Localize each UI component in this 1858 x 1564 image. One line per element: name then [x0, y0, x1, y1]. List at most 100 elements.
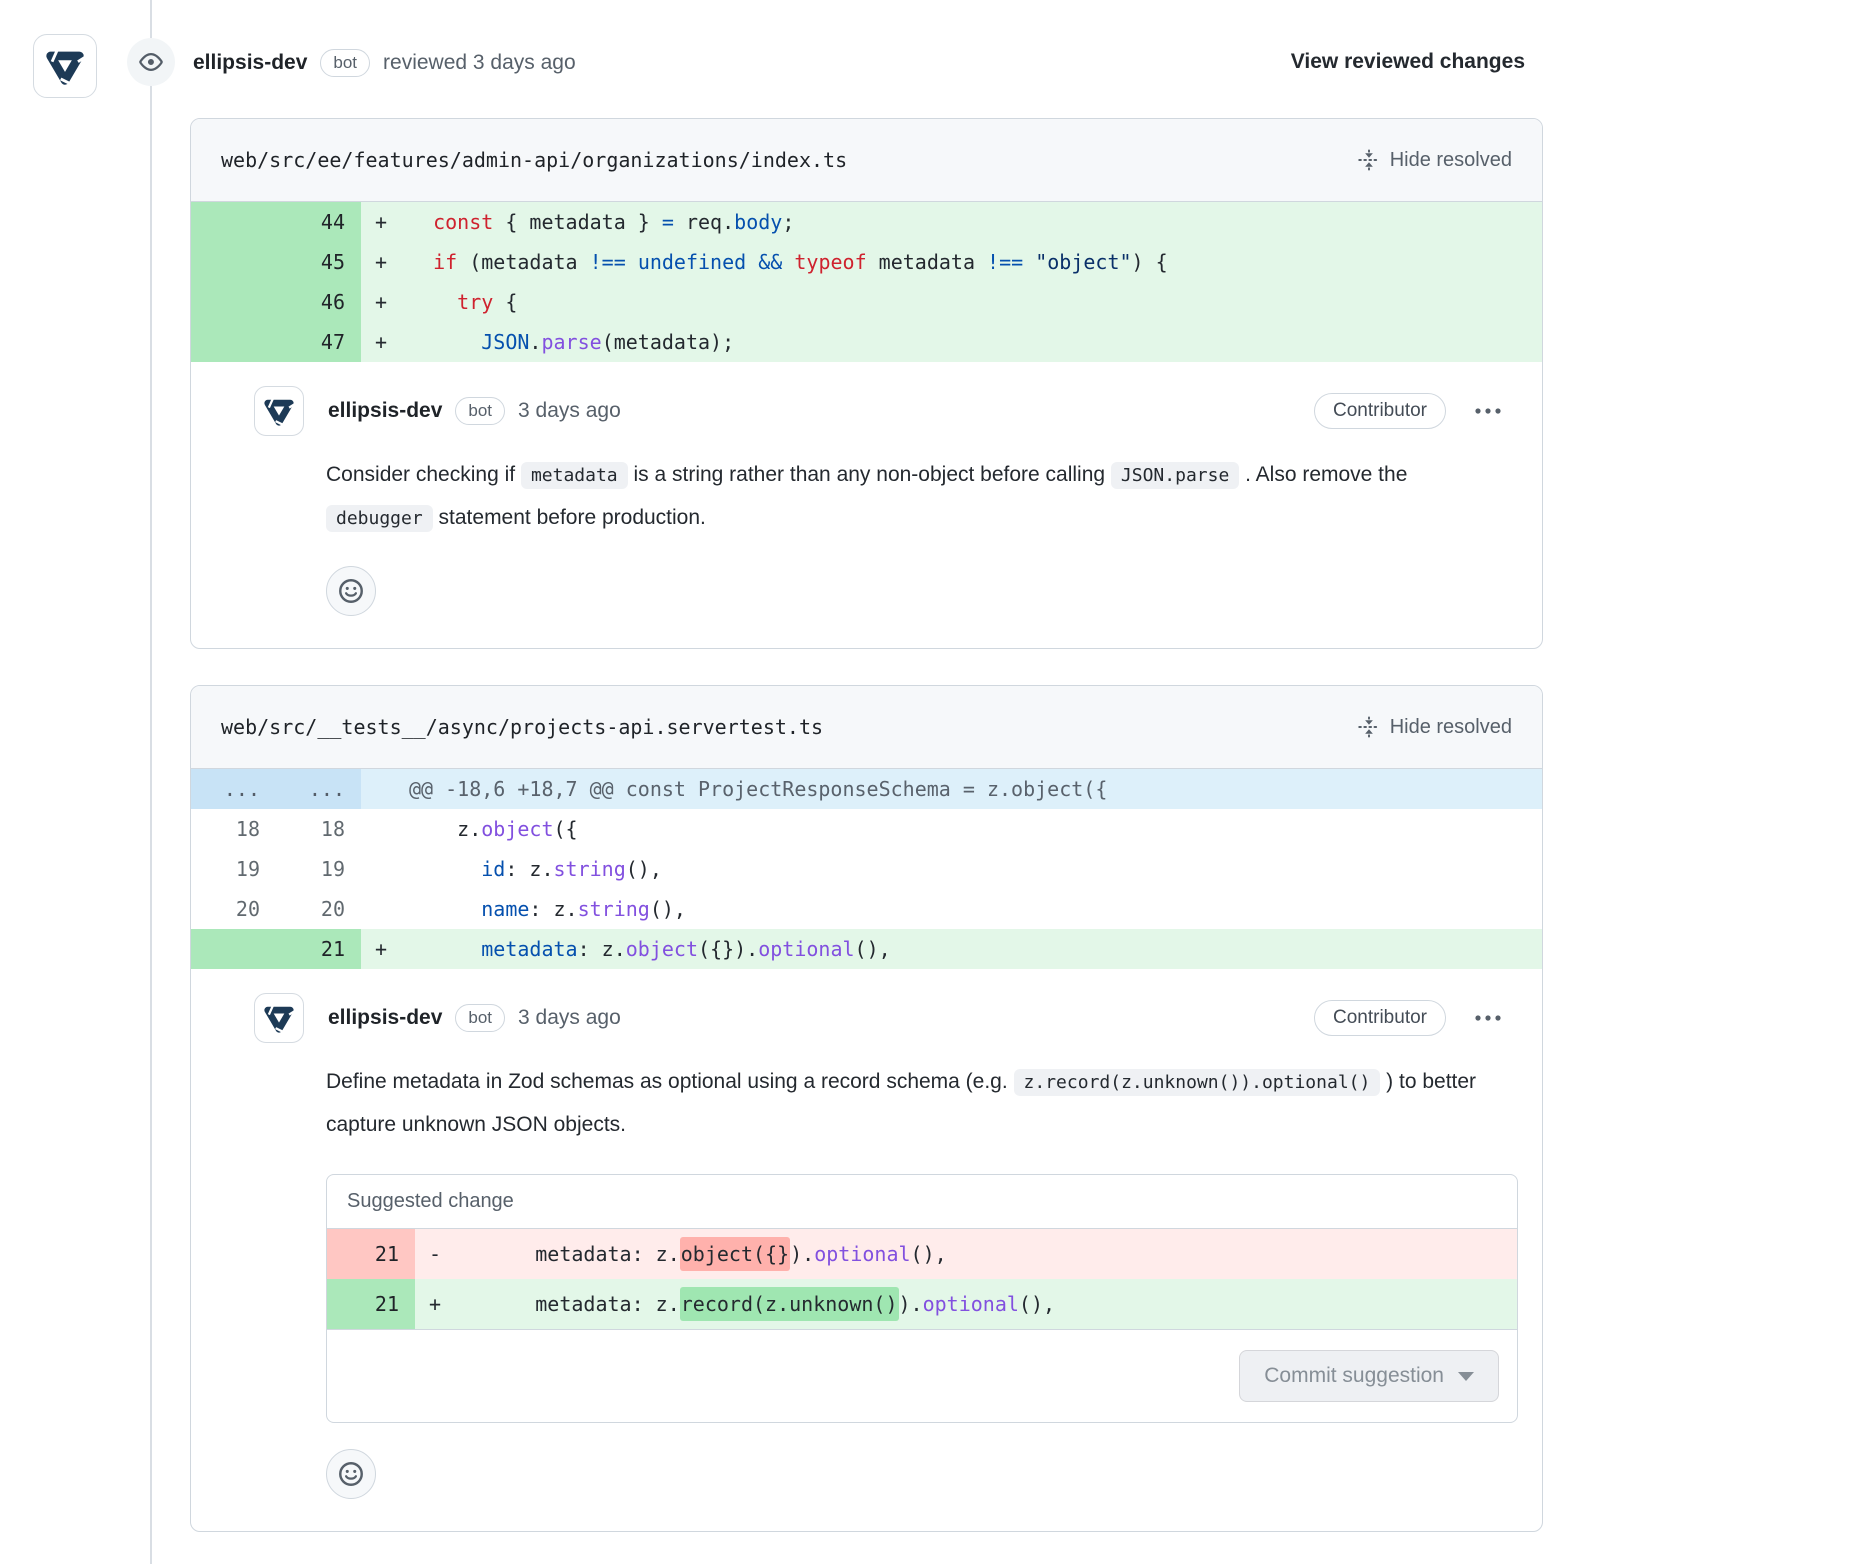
hide-resolved-label: Hide resolved — [1390, 716, 1512, 739]
diff-sign: + — [375, 282, 409, 322]
review-threads: web/src/ee/features/admin-api/organizati… — [190, 118, 1543, 1532]
comment-header: ellipsis-dev bot 3 days ago Contributor — [254, 993, 1506, 1043]
code-token: (), — [650, 897, 686, 921]
code-token: ) { — [1132, 250, 1168, 274]
diff-row: 21+ metadata: z.record(z.unknown()).opti… — [327, 1279, 1517, 1329]
bot-badge: bot — [455, 1004, 505, 1032]
code-token: ({}). — [698, 937, 758, 961]
reviewer-name[interactable]: ellipsis-dev — [193, 51, 307, 75]
comment-author[interactable]: ellipsis-dev — [328, 1006, 442, 1030]
kebab-menu-button[interactable] — [1470, 403, 1506, 419]
diff-row: 1919 id: z.string(), — [191, 849, 1542, 889]
line-number[interactable]: 20 — [276, 889, 361, 929]
line-number[interactable] — [191, 202, 276, 242]
inline-code: debugger — [326, 505, 433, 532]
line-number[interactable]: 21 — [327, 1279, 415, 1329]
code-token: metadata: z. — [463, 1242, 680, 1266]
comment-time[interactable]: 3 days ago — [518, 399, 621, 423]
line-number[interactable]: 19 — [191, 849, 276, 889]
code-token: ). — [790, 1242, 814, 1266]
review-comment-1: ellipsis-dev bot 3 days ago Contributor … — [191, 362, 1542, 648]
kebab-icon — [1474, 1014, 1502, 1022]
diff-row: 2020 name: z.string(), — [191, 889, 1542, 929]
file-path[interactable]: web/src/ee/features/admin-api/organizati… — [221, 148, 847, 172]
code-token: { metadata } — [493, 210, 662, 234]
line-number[interactable]: ... — [191, 769, 276, 809]
bot-badge: bot — [320, 49, 370, 77]
code-token — [409, 857, 481, 881]
file-header-2: web/src/__tests__/async/projects-api.ser… — [191, 686, 1542, 769]
eye-icon — [139, 50, 163, 74]
diff-row: 44+ const { metadata } = req.body; — [191, 202, 1542, 242]
contributor-badge[interactable]: Contributor — [1314, 1000, 1446, 1036]
diff-sign: + — [375, 322, 409, 362]
code-token: object({} — [680, 1237, 790, 1271]
add-reaction-button[interactable] — [326, 1449, 376, 1499]
diff-row: ......@@ -18,6 +18,7 @@ const ProjectRes… — [191, 769, 1542, 809]
line-number[interactable] — [191, 929, 276, 969]
reviewer-avatar[interactable] — [33, 34, 97, 98]
comment-avatar[interactable] — [254, 993, 304, 1043]
code-token: typeof — [794, 250, 866, 274]
comment-time[interactable]: 3 days ago — [518, 1006, 621, 1030]
diff-block: ......@@ -18,6 +18,7 @@ const ProjectRes… — [191, 769, 1542, 969]
code-token: optional — [814, 1242, 910, 1266]
code-token: ; — [782, 210, 794, 234]
code-token: (metadata); — [602, 330, 734, 354]
code-token: string — [554, 857, 626, 881]
code-token: (), — [1019, 1292, 1055, 1316]
code-token: : z. — [529, 897, 577, 921]
code-line: - metadata: z.object({}).optional(), — [415, 1229, 1517, 1279]
view-reviewed-changes-link[interactable]: View reviewed changes — [1291, 50, 1525, 74]
diff-block: 44+ const { metadata } = req.body;45+ if… — [191, 202, 1542, 362]
code-token: metadata — [867, 250, 987, 274]
contributor-badge[interactable]: Contributor — [1314, 393, 1446, 429]
line-number[interactable]: 21 — [327, 1229, 415, 1279]
hide-resolved-button[interactable]: Hide resolved — [1358, 149, 1512, 172]
line-number[interactable] — [191, 242, 276, 282]
code-line: + JSON.parse(metadata); — [361, 322, 1542, 362]
commit-suggestion-button[interactable]: Commit suggestion — [1239, 1350, 1499, 1402]
code-token: : z. — [578, 937, 626, 961]
code-token: = — [662, 210, 674, 234]
line-number[interactable] — [191, 322, 276, 362]
chevron-down-icon — [1458, 1372, 1474, 1381]
diff-row: 47+ JSON.parse(metadata); — [191, 322, 1542, 362]
code-token: JSON — [481, 330, 529, 354]
line-number[interactable]: 18 — [191, 809, 276, 849]
code-line: name: z.string(), — [361, 889, 1542, 929]
comment-avatar[interactable] — [254, 386, 304, 436]
line-number[interactable]: 47 — [276, 322, 361, 362]
code-line: + metadata: z.record(z.unknown()).option… — [415, 1279, 1517, 1329]
line-number[interactable]: 21 — [276, 929, 361, 969]
code-token: req. — [674, 210, 734, 234]
ellipsis-dev-logo — [42, 43, 88, 89]
comment-author[interactable]: ellipsis-dev — [328, 399, 442, 423]
timeline-line — [150, 0, 152, 1564]
diff-sign: + — [375, 242, 409, 282]
line-number[interactable] — [191, 282, 276, 322]
line-number[interactable]: 18 — [276, 809, 361, 849]
code-token: (metadata — [457, 250, 589, 274]
file-header-1: web/src/ee/features/admin-api/organizati… — [191, 119, 1542, 202]
code-token: (), — [855, 937, 891, 961]
diff-row: 46+ try { — [191, 282, 1542, 322]
line-number[interactable]: 19 — [276, 849, 361, 889]
file-path[interactable]: web/src/__tests__/async/projects-api.ser… — [221, 715, 823, 739]
code-token: z. — [409, 817, 481, 841]
line-number[interactable]: 44 — [276, 202, 361, 242]
line-number[interactable]: 45 — [276, 242, 361, 282]
kebab-icon — [1474, 407, 1502, 415]
code-token: parse — [541, 330, 601, 354]
line-number[interactable]: ... — [276, 769, 361, 809]
add-reaction-button[interactable] — [326, 566, 376, 616]
diff-row: 1818 z.object({ — [191, 809, 1542, 849]
hide-resolved-button[interactable]: Hide resolved — [1358, 716, 1512, 739]
review-action-text: reviewed 3 days ago — [383, 51, 576, 75]
kebab-menu-button[interactable] — [1470, 1010, 1506, 1026]
diff-row: 45+ if (metadata !== undefined && typeof… — [191, 242, 1542, 282]
code-token — [409, 290, 457, 314]
code-token: (), — [626, 857, 662, 881]
line-number[interactable]: 46 — [276, 282, 361, 322]
line-number[interactable]: 20 — [191, 889, 276, 929]
